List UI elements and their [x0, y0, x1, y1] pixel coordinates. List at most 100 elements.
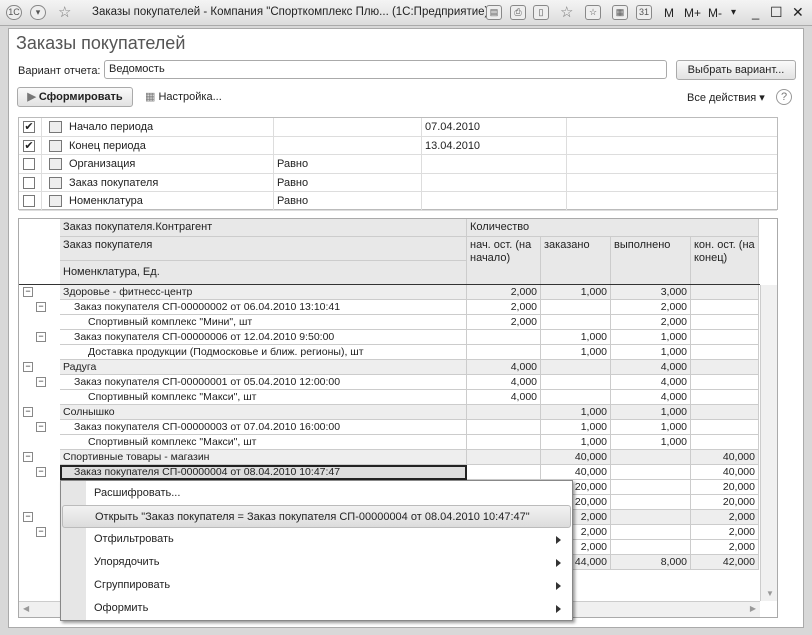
collapse-icon[interactable]: −	[36, 422, 46, 432]
table-row[interactable]: Спортивный комплекс "Макси", шт 1,000 1,00…	[60, 435, 759, 450]
context-menu-item[interactable]: Открыть "Заказ покупателя = Заказ покупа…	[62, 505, 571, 528]
filter-condition[interactable]: Равно	[277, 158, 308, 170]
filter-row[interactable]: Организация Равно	[19, 155, 777, 174]
collapse-icon[interactable]: −	[36, 527, 46, 537]
vertical-scrollbar[interactable]: ▼	[760, 285, 777, 601]
row-name[interactable]: Спортивный комплекс "Макси", шт	[60, 435, 467, 450]
collapse-icon[interactable]: −	[36, 332, 46, 342]
filter-checkbox[interactable]	[23, 158, 35, 170]
filter-condition[interactable]: Равно	[277, 195, 308, 207]
row-name[interactable]: Заказ покупателя СП-00000002 от 06.04.20…	[60, 300, 467, 315]
title-bar: 1C ▾ ☆ Заказы покупателей - Компания "Сп…	[0, 0, 812, 26]
filter-field-icon	[49, 121, 62, 133]
row-name[interactable]: Заказ покупателя СП-00000006 от 12.04.20…	[60, 330, 467, 345]
row-value: 40,000	[541, 450, 611, 465]
collapse-icon[interactable]: −	[23, 452, 33, 462]
row-value: 1,000	[611, 435, 691, 450]
favorite-star-icon[interactable]: ☆	[58, 3, 71, 21]
memory-minus-button[interactable]: M-	[708, 6, 722, 20]
row-value	[691, 420, 759, 435]
generate-button[interactable]: ▶ Сформировать	[17, 87, 133, 107]
row-value: 2,000	[611, 300, 691, 315]
table-row[interactable]: Заказ покупателя СП-00000002 от 06.04.20…	[60, 300, 759, 315]
table-row[interactable]: Заказ покупателя СП-00000004 от 08.04.20…	[60, 465, 759, 480]
all-actions-button[interactable]: Все действия ▾	[687, 91, 765, 104]
filter-value[interactable]: 07.04.2010	[425, 121, 480, 133]
header-order: Заказ покупателя	[60, 237, 467, 261]
table-row[interactable]: Спортивный комплекс "Мини", шт 2,000 2,000	[60, 315, 759, 330]
filter-checkbox[interactable]	[23, 176, 35, 189]
submenu-arrow-icon	[556, 559, 561, 567]
table-row[interactable]: Заказ покупателя СП-00000001 от 05.04.20…	[60, 375, 759, 390]
table-row[interactable]: Спортивный комплекс "Макси", шт 4,000 4,00…	[60, 390, 759, 405]
filter-checkbox[interactable]	[23, 195, 35, 207]
filter-checkbox[interactable]: ✔	[23, 121, 35, 133]
row-name[interactable]: Радуга	[60, 360, 467, 375]
1c-logo-icon[interactable]: 1C	[6, 5, 22, 20]
preview-icon[interactable]: ▯	[533, 5, 549, 20]
collapse-icon[interactable]: −	[36, 467, 46, 477]
save-icon[interactable]: ▤	[486, 5, 502, 20]
table-row[interactable]: Заказ покупателя СП-00000003 от 07.04.20…	[60, 420, 759, 435]
table-row[interactable]: Солнышко 1,000 1,000	[60, 405, 759, 420]
table-row[interactable]: Радуга 4,000 4,000	[60, 360, 759, 375]
bookmark-icon[interactable]: ☆	[585, 5, 601, 20]
row-value	[467, 450, 541, 465]
row-name[interactable]: Заказ покупателя СП-00000004 от 08.04.20…	[60, 465, 467, 480]
memory-plus-button[interactable]: M+	[684, 6, 701, 20]
filter-value[interactable]: 13.04.2010	[425, 140, 480, 152]
table-row[interactable]: Доставка продукции (Подмосковье и ближ. …	[60, 345, 759, 360]
filter-row[interactable]: Номенклатура Равно	[19, 192, 777, 211]
print-icon[interactable]: ⎙	[510, 5, 526, 20]
filter-row[interactable]: ✔ Начало периода 07.04.2010	[19, 118, 777, 137]
context-menu-item[interactable]: Упорядочить	[62, 551, 571, 574]
row-value	[691, 300, 759, 315]
filter-row[interactable]: Заказ покупателя Равно	[19, 173, 777, 192]
context-menu-item[interactable]: Расшифровать...	[62, 482, 571, 505]
header-nomenclature: Номенклатура, Ед.	[60, 261, 467, 285]
collapse-icon[interactable]: −	[36, 377, 46, 387]
close-icon[interactable]: ✕	[792, 4, 804, 21]
collapse-icon[interactable]: −	[23, 512, 33, 522]
context-menu-item[interactable]: Оформить	[62, 597, 571, 620]
row-name[interactable]: Спортивный комплекс "Макси", шт	[60, 390, 467, 405]
context-menu-item[interactable]: Сгруппировать	[62, 574, 571, 597]
collapse-icon[interactable]: −	[23, 287, 33, 297]
row-name[interactable]: Здоровье - фитнесс-центр	[60, 285, 467, 300]
collapse-icon[interactable]: −	[36, 302, 46, 312]
row-value: 42,000	[691, 555, 759, 570]
help-icon[interactable]: ?	[776, 89, 792, 105]
variant-input[interactable]: Ведомость	[104, 60, 667, 79]
calculator-icon[interactable]: ▦	[612, 5, 628, 20]
row-name[interactable]: Спортивный комплекс "Мини", шт	[60, 315, 467, 330]
filter-row[interactable]: ✔ Конец периода 13.04.2010	[19, 136, 777, 155]
row-name[interactable]: Спортивные товары - магазин	[60, 450, 467, 465]
row-value	[541, 315, 611, 330]
table-row[interactable]: Спортивные товары - магазин 40,000 40,000	[60, 450, 759, 465]
choose-variant-button[interactable]: Выбрать вариант...	[676, 60, 796, 80]
add-favorite-icon[interactable]: ☆	[560, 3, 573, 21]
row-name[interactable]: Заказ покупателя СП-00000001 от 05.04.20…	[60, 375, 467, 390]
row-value	[611, 465, 691, 480]
row-value	[691, 360, 759, 375]
header-counterparty: Заказ покупателя.Контрагент	[60, 219, 467, 237]
row-name[interactable]: Солнышко	[60, 405, 467, 420]
memory-button[interactable]: M	[664, 6, 674, 20]
filter-checkbox[interactable]: ✔	[23, 139, 35, 152]
collapse-icon[interactable]: −	[23, 362, 33, 372]
calendar-icon[interactable]: 31	[636, 5, 652, 20]
row-name[interactable]: Заказ покупателя СП-00000003 от 07.04.20…	[60, 420, 467, 435]
more-dropdown-icon[interactable]: ▾	[731, 7, 736, 18]
collapse-icon[interactable]: −	[23, 407, 33, 417]
row-value: 40,000	[691, 450, 759, 465]
table-row[interactable]: Здоровье - фитнесс-центр 2,000 1,000 3,000	[60, 285, 759, 300]
row-name[interactable]: Доставка продукции (Подмосковье и ближ. …	[60, 345, 467, 360]
window-title: Заказы покупателей - Компания "Спорткомп…	[92, 6, 489, 18]
menu-dropdown-icon[interactable]: ▾	[30, 5, 46, 20]
settings-button[interactable]: ▦ Настройка...	[145, 90, 222, 103]
filter-condition[interactable]: Равно	[277, 177, 308, 189]
maximize-icon[interactable]: ☐	[770, 4, 783, 21]
minimize-icon[interactable]: _	[752, 5, 759, 20]
table-row[interactable]: Заказ покупателя СП-00000006 от 12.04.20…	[60, 330, 759, 345]
context-menu-item[interactable]: Отфильтровать	[62, 528, 571, 551]
